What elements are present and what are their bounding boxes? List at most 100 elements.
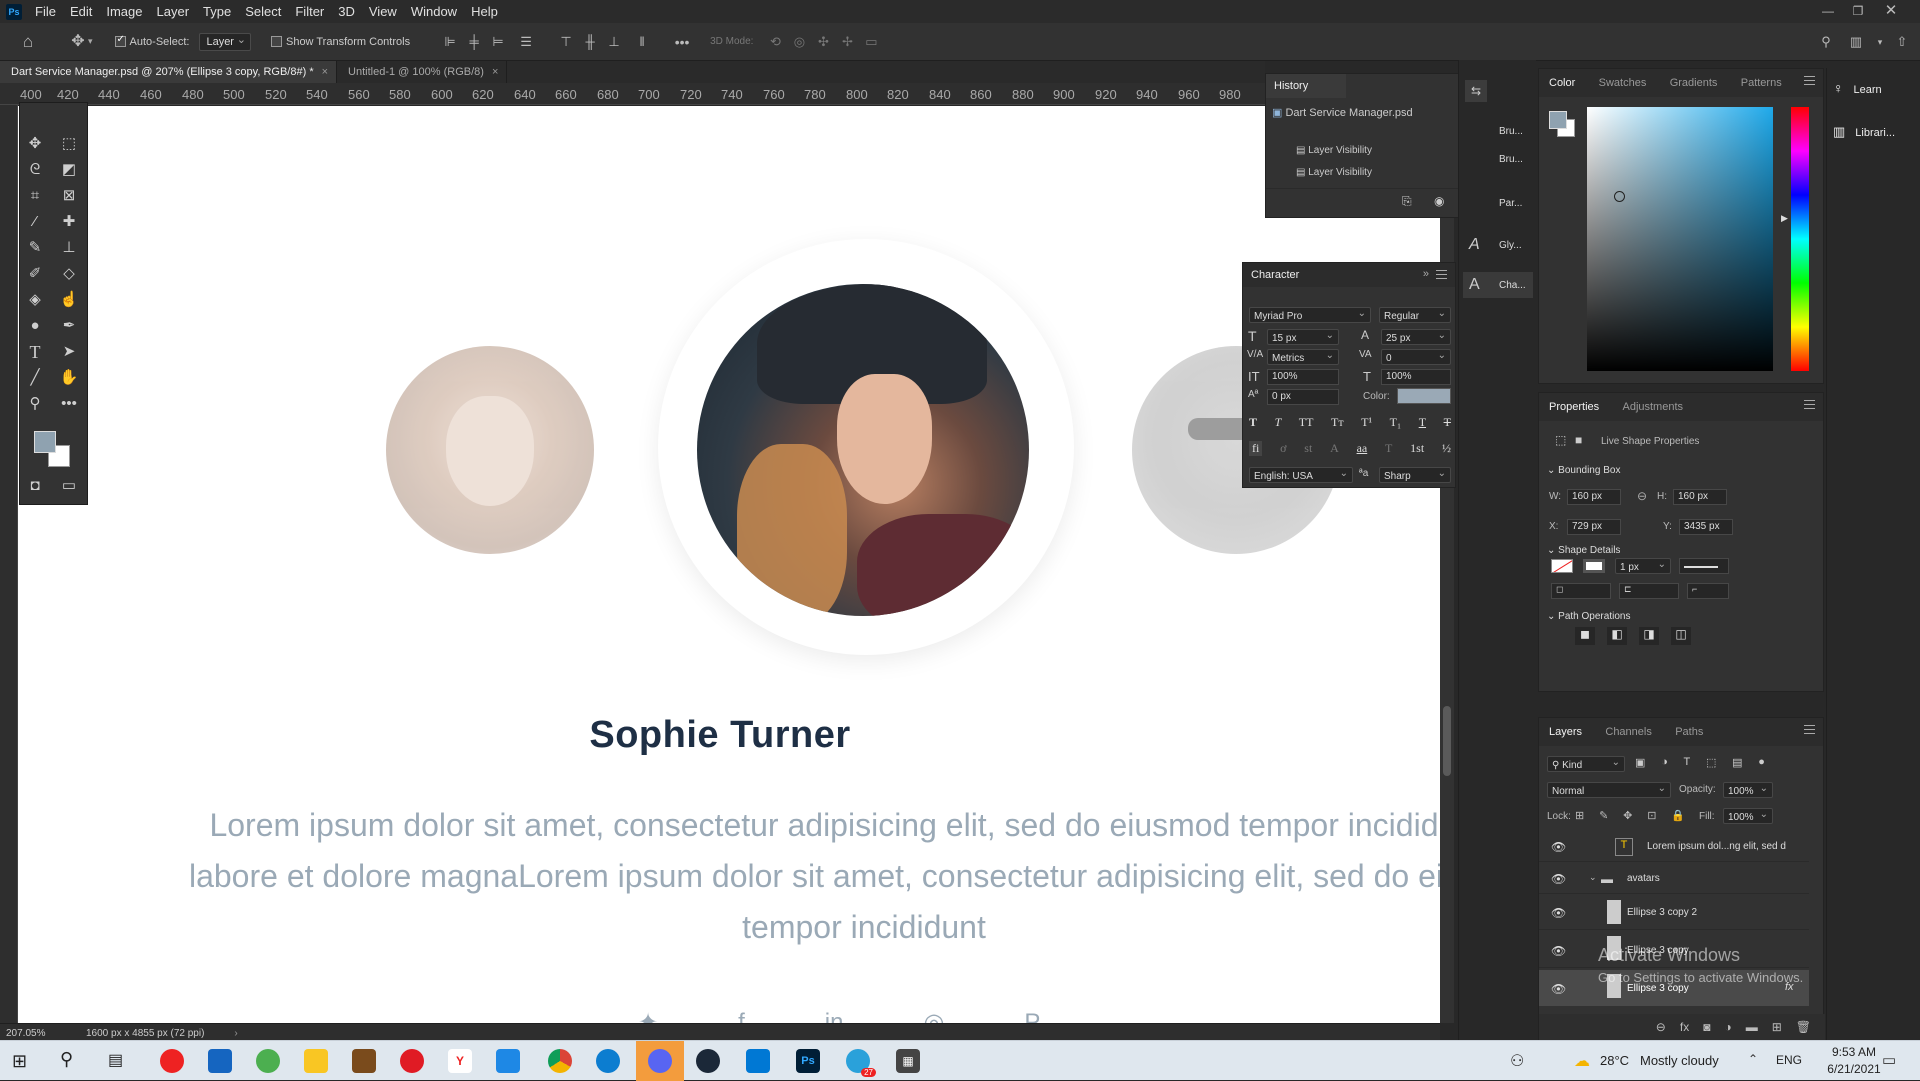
font-family-dropdown[interactable]: Myriad Pro <box>1249 307 1371 323</box>
superscript-icon[interactable]: T¹ <box>1361 415 1372 430</box>
menu-select[interactable]: Select <box>238 0 288 23</box>
vertical-scale-field[interactable]: 100% <box>1267 369 1339 385</box>
auto-select-checkbox[interactable]: Auto-Select: <box>114 34 189 48</box>
brush-settings-icon[interactable]: ⇆ <box>1465 80 1487 102</box>
distribute-v-icon[interactable]: ‖ <box>634 34 650 50</box>
filter-pixel-icon[interactable]: ▣ <box>1635 756 1645 769</box>
layer-row[interactable]: 👁 ⌄ ▬ avatars <box>1539 864 1809 894</box>
facebook-icon[interactable]: f <box>738 1009 745 1023</box>
align-center-h-icon[interactable]: ╪ <box>466 34 482 50</box>
tab-channels[interactable]: Channels <box>1595 718 1661 746</box>
opacity-field[interactable]: 100% <box>1723 782 1773 798</box>
bounding-box-label[interactable]: ⌄ Bounding Box <box>1547 465 1620 476</box>
menu-edit[interactable]: Edit <box>63 0 99 23</box>
all-caps-icon[interactable]: TT <box>1299 415 1314 430</box>
photoshop-taskbar-icon[interactable]: Ps <box>796 1049 820 1073</box>
hand-tool-icon[interactable]: ✋ <box>58 367 80 389</box>
weather-icon[interactable]: ☁ <box>1574 1051 1590 1071</box>
zoom-level[interactable]: 207.05% <box>6 1028 76 1039</box>
document-canvas[interactable]: Sophie Turner Lorem ipsum dolor sit amet… <box>18 106 1440 1023</box>
lock-artboard-icon[interactable]: ⊡ <box>1647 809 1656 822</box>
font-style-dropdown[interactable]: Regular <box>1379 307 1451 323</box>
subscript-icon[interactable]: T₁ <box>1390 415 1402 430</box>
visibility-eye-icon[interactable]: 👁 <box>1551 906 1566 920</box>
windows-start-icon[interactable]: ⊞ <box>12 1051 27 1072</box>
object-select-icon[interactable]: ◩ <box>58 159 80 181</box>
delete-layer-icon[interactable]: 🗑 <box>1796 1020 1811 1034</box>
new-group-icon[interactable]: ▬ <box>1746 1020 1758 1034</box>
path-operations-label[interactable]: ⌄ Path Operations <box>1547 611 1630 622</box>
faux-italic-icon[interactable]: T <box>1275 415 1282 430</box>
combine-shapes-icon[interactable]: ◼ <box>1575 627 1595 645</box>
filter-shape-icon[interactable]: ⬚ <box>1706 756 1716 769</box>
opera-icon[interactable] <box>400 1049 424 1073</box>
foreground-color-swatch[interactable] <box>34 431 56 453</box>
telegram-icon[interactable]: 27 <box>846 1049 876 1077</box>
clock-date[interactable]: 6/21/2021 <box>1822 1062 1886 1076</box>
tab-properties[interactable]: Properties <box>1539 393 1609 421</box>
discord-taskbar-active[interactable] <box>636 1041 684 1081</box>
baseline-shift-field[interactable]: 0 px <box>1267 389 1339 405</box>
panel-menu-icon[interactable] <box>1804 400 1815 409</box>
layer-name[interactable]: Ellipse 3 copy 2 <box>1627 907 1697 918</box>
lock-pixels-icon[interactable]: ✎ <box>1599 809 1608 822</box>
align-stroke-dropdown[interactable]: ◻ <box>1551 583 1611 599</box>
close-icon[interactable]: ✕ <box>1876 0 1906 23</box>
lock-position-icon[interactable]: ✥ <box>1623 809 1632 822</box>
screen-mode-icon[interactable]: ▭ <box>58 475 80 497</box>
align-right-icon[interactable]: ⊨ <box>490 34 506 50</box>
visibility-eye-icon[interactable]: 👁 <box>1551 982 1566 996</box>
input-language[interactable]: ENG <box>1776 1053 1802 1067</box>
utorrent-icon[interactable] <box>256 1049 280 1073</box>
chevron-down-icon[interactable]: ⌄ <box>1589 872 1597 883</box>
layer-row[interactable]: 👁 T Lorem ipsum dol...ng elit, sed d <box>1539 832 1809 862</box>
marquee-tool-icon[interactable]: ⬚ <box>58 133 80 155</box>
align-left-icon[interactable]: ⊫ <box>442 34 458 50</box>
workspace-icon[interactable]: ▥ <box>1848 34 1864 50</box>
filter-kind-dropdown[interactable]: ⚲ Kind <box>1547 756 1625 772</box>
status-arrow-icon[interactable]: › <box>234 1028 237 1039</box>
color-field[interactable] <box>1587 107 1773 371</box>
fractions-icon[interactable]: ½ <box>1442 441 1451 456</box>
smudge-tool-icon[interactable]: ☝ <box>58 289 80 311</box>
more-options-icon[interactable]: ••• <box>674 34 690 50</box>
underline-icon[interactable]: T <box>1419 415 1426 430</box>
home-icon[interactable]: ⌂ <box>20 33 36 50</box>
tab-adjustments[interactable]: Adjustments <box>1612 393 1693 421</box>
minimize-icon[interactable]: — <box>1813 0 1843 23</box>
new-layer-icon[interactable]: ⊞ <box>1772 1020 1782 1034</box>
fill-swatch[interactable] <box>1551 559 1573 573</box>
menu-layer[interactable]: Layer <box>150 0 197 23</box>
layer-name[interactable]: avatars <box>1627 873 1660 884</box>
yandex-icon[interactable]: Y <box>448 1049 472 1073</box>
menu-type[interactable]: Type <box>196 0 238 23</box>
exclude-shape-icon[interactable]: ◫ <box>1671 627 1691 645</box>
eraser-tool-icon[interactable]: ◇ <box>58 263 80 285</box>
swash-icon[interactable]: st <box>1304 441 1312 456</box>
small-caps-icon[interactable]: Tт <box>1331 415 1344 430</box>
filter-smart-icon[interactable]: ▤ <box>1732 756 1742 769</box>
foreground-swatch[interactable] <box>1549 111 1567 129</box>
filter-type-icon[interactable]: T <box>1684 756 1691 769</box>
hue-slider-arrow-icon[interactable]: ▶ <box>1781 213 1788 224</box>
x-field[interactable]: 729 px <box>1567 519 1621 535</box>
clock-time[interactable]: 9:53 AM <box>1826 1045 1882 1059</box>
font-size-field[interactable]: 15 px <box>1267 329 1339 345</box>
blend-mode-dropdown[interactable]: Normal <box>1547 782 1671 798</box>
tab-gradients[interactable]: Gradients <box>1660 69 1728 97</box>
align-middle-icon[interactable]: ╫ <box>582 34 598 50</box>
frame-tool-icon[interactable]: ⊠ <box>58 185 80 207</box>
3d-roll-icon[interactable]: ◎ <box>791 34 807 50</box>
tab-color[interactable]: Color <box>1539 69 1585 97</box>
pen-tool-icon[interactable]: ✒ <box>58 315 80 337</box>
add-style-icon[interactable]: fx <box>1680 1020 1689 1034</box>
add-mask-icon[interactable]: ◙ <box>1703 1020 1710 1034</box>
steam-icon[interactable] <box>696 1049 720 1073</box>
search-icon[interactable]: ⚲ <box>1818 34 1834 50</box>
healing-brush-icon[interactable]: ✚ <box>58 211 80 233</box>
stroke-width-field[interactable]: 1 px <box>1615 558 1671 574</box>
contextual-icon[interactable]: T <box>1385 441 1392 456</box>
collapse-icon[interactable]: » <box>1423 268 1429 280</box>
align-bottom-icon[interactable]: ⊥ <box>606 34 622 50</box>
show-hidden-icons-icon[interactable]: ⌃ <box>1748 1052 1758 1066</box>
